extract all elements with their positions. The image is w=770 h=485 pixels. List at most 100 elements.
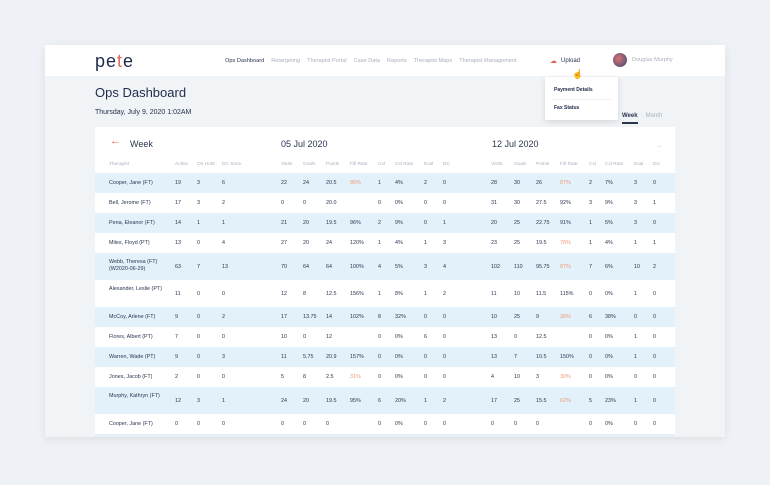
table-cell: 0 xyxy=(443,180,446,186)
column-header[interactable]: Active xyxy=(175,162,188,167)
arrow-left-icon[interactable]: ← xyxy=(110,135,121,147)
upload-button[interactable]: ☁ Upload xyxy=(550,57,580,65)
table-cell: 0 xyxy=(197,354,200,360)
therapist-name[interactable]: Flores, Albert (PT) xyxy=(109,334,171,341)
column-header[interactable]: Cxl xyxy=(378,162,385,167)
ops-table: ← Week 05 Jul 2020 12 Jul 2020 → Therapi… xyxy=(95,127,675,437)
column-header[interactable]: Eval xyxy=(424,162,433,167)
nav-therapist-maps[interactable]: Therapist Maps xyxy=(414,58,453,64)
column-header[interactable]: Goals xyxy=(303,162,316,167)
table-cell: 9 xyxy=(175,354,178,360)
table-cell: 0 xyxy=(222,374,225,380)
table-cell: 4 xyxy=(491,374,494,380)
menu-divider xyxy=(552,99,611,100)
therapist-name[interactable]: McCoy, Arlene (FT) xyxy=(109,314,171,321)
therapist-name[interactable]: Warren, Wade (PT) xyxy=(109,354,171,361)
column-header[interactable]: Cxl Rate xyxy=(605,162,623,167)
table-cell: 157% xyxy=(350,354,364,360)
arrow-right-icon[interactable]: → xyxy=(656,143,662,149)
table-cell: 3 xyxy=(424,263,427,270)
therapist-name[interactable]: Jones, Jacob (FT) xyxy=(109,374,171,381)
table-cell: 102% xyxy=(350,314,364,320)
table-cell: 6 xyxy=(378,397,381,404)
column-header[interactable]: Points xyxy=(536,162,549,167)
table-cell: 20.5 xyxy=(326,180,337,186)
column-header[interactable]: Eval xyxy=(634,162,643,167)
table-cell: 3 xyxy=(197,200,200,206)
table-cell: 0 xyxy=(653,314,656,320)
table-cell: 0 xyxy=(589,421,592,427)
table-cell: 0 xyxy=(378,200,381,206)
column-header[interactable]: Fill Rate xyxy=(560,162,578,167)
column-header[interactable]: Therapist xyxy=(109,162,129,167)
table-cell: 1 xyxy=(634,290,637,297)
table-cell: 78% xyxy=(560,240,571,246)
table-cell: 17 xyxy=(175,200,181,206)
table-cell: 11 xyxy=(491,290,497,297)
column-header[interactable]: DC Soon xyxy=(222,162,241,167)
table-cell: 0 xyxy=(491,421,494,427)
nav-case-data[interactable]: Case Data xyxy=(354,58,380,64)
table-cell: 0 xyxy=(443,200,446,206)
column-header[interactable]: Cxl Rate xyxy=(395,162,413,167)
table-cell: 1 xyxy=(589,220,592,226)
therapist-name[interactable]: Murphy, Kathryn (FT) xyxy=(109,393,171,400)
nav-therapist-management[interactable]: Therapist Management xyxy=(459,58,517,64)
table-cell: 0 xyxy=(443,314,446,320)
table-cell: 10.5 xyxy=(536,354,547,360)
menu-fax-status[interactable]: Fax Status xyxy=(554,105,579,111)
table-cell: 0% xyxy=(395,421,403,427)
tab-week[interactable]: Week xyxy=(622,113,638,124)
table-cell: 13 xyxy=(491,354,497,360)
upload-icon: ☁ xyxy=(550,58,557,65)
column-header[interactable]: On Hold xyxy=(197,162,215,167)
therapist-name[interactable]: Pena, Eleanor (FT) xyxy=(109,220,171,227)
table-cell: 9 xyxy=(536,314,539,320)
table-cell: 1 xyxy=(222,220,225,226)
therapist-name[interactable]: Cooper, Jane (FT) xyxy=(109,180,171,187)
table-cell: 3 xyxy=(443,240,446,246)
table-cell: 3 xyxy=(197,180,200,186)
column-header[interactable]: Points xyxy=(326,162,339,167)
column-header[interactable]: Cxl xyxy=(589,162,596,167)
table-cell: 0 xyxy=(653,374,656,380)
therapist-name[interactable]: Bell, Jerome (FT) xyxy=(109,200,171,207)
table-cell: 102 xyxy=(491,263,500,270)
nav-therapist-portal[interactable]: Therapist Portal xyxy=(307,58,346,64)
table-cell: 19.5 xyxy=(536,240,547,246)
table-cell: 0 xyxy=(653,421,656,427)
tab-month[interactable]: Month xyxy=(646,113,663,124)
table-cell: 0% xyxy=(605,334,613,340)
table-cell: 1 xyxy=(634,397,637,404)
therapist-name[interactable]: Miles, Floyd (PT) xyxy=(109,240,171,247)
nav-reports[interactable]: Reports xyxy=(387,58,407,64)
therapist-name[interactable]: Webb, Theresa (FT) (W2020-06-29) xyxy=(109,259,171,273)
therapist-name[interactable]: Cooper, Jane (FT) xyxy=(109,421,171,428)
table-cell: 91% xyxy=(560,220,571,226)
table-cell: 5 xyxy=(589,397,592,404)
table-cell: 0% xyxy=(605,354,613,360)
table-cell: 0 xyxy=(589,334,592,340)
nav-ops-dashboard[interactable]: Ops Dashboard xyxy=(225,58,264,64)
logo[interactable]: pete xyxy=(95,51,134,72)
table-row: Pena, Eleanor (FT) 14 1 1 21 20 19.5 96% 2 9% 0 1 20… xyxy=(95,213,675,233)
table-cell: 2 xyxy=(443,397,446,404)
table-cell: 10 xyxy=(514,374,520,380)
column-header[interactable]: Fill Rate xyxy=(350,162,368,167)
column-header[interactable]: Visits xyxy=(281,162,292,167)
table-cell: 9% xyxy=(395,220,403,226)
column-header[interactable]: DC xyxy=(653,162,660,167)
table-cell: 6% xyxy=(605,263,613,270)
therapist-name[interactable]: Alexander, Leslie (PT) xyxy=(109,286,171,293)
column-header[interactable]: DC xyxy=(443,162,450,167)
table-cell: 0 xyxy=(303,200,306,206)
column-header[interactable]: Goals xyxy=(514,162,527,167)
table-cell: 0 xyxy=(424,374,427,380)
nav-retargeting[interactable]: Retargeting xyxy=(271,58,300,64)
column-header[interactable]: Visits xyxy=(491,162,502,167)
menu-payment-details[interactable]: Payment Details xyxy=(554,87,593,93)
user-menu[interactable]: Douglas Murphy xyxy=(613,53,673,67)
table-cell: 0 xyxy=(197,240,200,246)
table-cell: 0 xyxy=(424,200,427,206)
table-cell: 2 xyxy=(175,374,178,380)
